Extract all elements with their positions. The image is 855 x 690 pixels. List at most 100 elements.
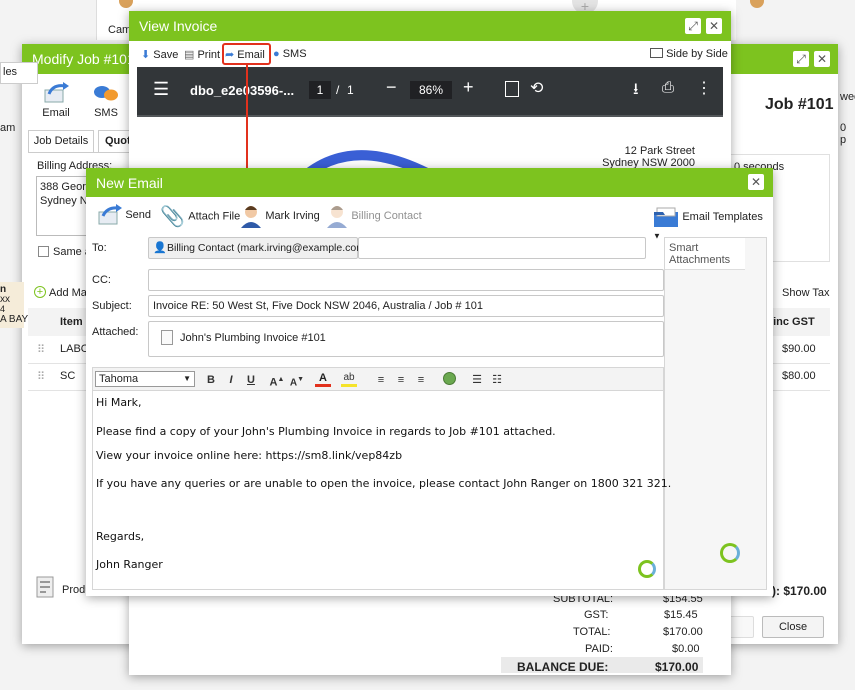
font-select-value: Tahoma [99, 373, 139, 385]
fit-page-icon[interactable] [505, 81, 519, 97]
to-recipient-chip[interactable]: Billing Contact (mark.irving@example.com… [167, 242, 368, 254]
zoom-out-icon[interactable]: − [386, 77, 397, 98]
save-label: Save [153, 49, 179, 61]
mark-irving-contact-button[interactable]: Mark Irving [240, 204, 320, 230]
subject-label: Subject: [92, 300, 132, 312]
paid-label: PAID: [585, 643, 613, 655]
person-avatar-icon [327, 206, 347, 228]
tab-quote[interactable]: Quot [98, 130, 132, 152]
right-partial-text: wee [840, 91, 855, 103]
product-icon [36, 576, 54, 598]
show-tax-toggle[interactable]: Show Tax [782, 287, 830, 299]
attachment-link[interactable]: John's Plumbing Invoice #101 [180, 332, 326, 344]
email-templates-button[interactable]: Email Templates ▼ [653, 206, 773, 240]
font-select[interactable]: Tahoma ▼ [95, 371, 195, 387]
row-item: LABO [60, 343, 90, 355]
bold-button[interactable]: B [203, 371, 219, 389]
side-by-side-button[interactable]: Side by Side [650, 48, 728, 60]
close-icon[interactable]: ✕ [706, 18, 722, 34]
drag-handle-icon[interactable]: ⠿ [37, 343, 45, 356]
close-button-label: Close [778, 621, 808, 633]
rotate-icon[interactable]: ⟲ [530, 78, 543, 98]
view-invoice-title: View Invoice [139, 18, 218, 34]
pdf-filename: dbo_e2e03596-... [190, 83, 295, 98]
email-body-line: If you have any queries or are unable to… [96, 477, 672, 490]
total-label: TOTAL: [573, 626, 611, 638]
to-field[interactable]: 👤 Billing Contact (mark.irving@example.c… [148, 237, 368, 259]
send-button[interactable]: Send [98, 204, 151, 230]
toolbar-sms-button[interactable]: SMS [88, 84, 124, 124]
gst-value: $15.45 [664, 609, 698, 621]
cc-field[interactable] [148, 269, 664, 291]
balance-due-value: $170.00 [655, 660, 699, 674]
decrease-font-size-icon[interactable]: A▼ [289, 371, 305, 389]
close-button[interactable]: Close [762, 616, 824, 638]
email-body-line: View your invoice online here: https://s… [96, 449, 403, 462]
insert-image-icon[interactable] [441, 371, 457, 389]
tab-partial[interactable]: les [0, 62, 38, 84]
align-center-icon[interactable]: ≡ [393, 371, 409, 389]
print-button[interactable]: ▤ Print [184, 48, 220, 61]
page-number-input[interactable]: 1 [309, 81, 331, 99]
zoom-in-icon[interactable]: + [463, 77, 474, 98]
total-value: $170.00 [663, 626, 703, 638]
close-icon[interactable]: ✕ [814, 51, 830, 67]
more-options-icon[interactable]: ⋮ [696, 78, 712, 98]
tab-job-details[interactable]: Job Details [28, 130, 94, 152]
menu-icon[interactable]: ☰ [153, 79, 169, 100]
tab-partial-label: les [3, 66, 18, 78]
column-header-inc-gst: l inc GST [767, 316, 815, 328]
email-body-editor[interactable]: Hi Mark, Please find a copy of your John… [92, 390, 671, 590]
same-as-checkbox[interactable] [38, 246, 49, 257]
toolbar-email-button[interactable]: Email [36, 82, 76, 122]
assistant-icon[interactable] [720, 543, 740, 563]
close-icon[interactable]: ✕ [748, 174, 764, 190]
avatar [750, 0, 764, 8]
modify-job-title: Modify Job #101 [32, 51, 135, 67]
billing-contact-label: Billing Contact [351, 210, 422, 222]
italic-button[interactable]: I [223, 371, 239, 389]
save-icon: ⬇ [141, 49, 151, 61]
billing-contact-button[interactable]: Billing Contact [326, 204, 422, 230]
pdf-toolbar: ☰ dbo_e2e03596-... 1 / 1 − 86% + ⟲ ⭳ ⎙ ⋮ [137, 67, 723, 115]
attach-file-label: Attach File [188, 210, 241, 223]
drag-handle-icon[interactable]: ⠿ [37, 370, 45, 383]
maximize-icon[interactable]: ⤢ [793, 51, 809, 67]
new-email-window: New Email ✕ Send 📎 Attach File Mark Irvi… [86, 168, 773, 596]
subject-field[interactable]: Invoice RE: 50 West St, Five Dock NSW 20… [148, 295, 664, 317]
maximize-icon[interactable]: ⤢ [685, 18, 701, 34]
save-button[interactable]: ⬇ Save [141, 48, 178, 61]
assistant-icon[interactable] [638, 560, 656, 578]
sms-bubbles-icon: ● [273, 48, 280, 60]
email-label: Email [42, 107, 70, 119]
attached-label: Attached: [92, 326, 139, 338]
tab-job-details-label: Job Details [33, 135, 89, 147]
company-address-line: 12 Park Street [624, 145, 695, 157]
text-color-icon[interactable]: A [315, 371, 331, 387]
email-highlight-box [222, 43, 271, 65]
mark-irving-label: Mark Irving [265, 210, 320, 222]
add-material-label[interactable]: Add Mat [49, 287, 90, 299]
align-right-icon[interactable]: ≡ [413, 371, 429, 389]
attach-file-button[interactable]: 📎 Attach File [160, 204, 240, 230]
increase-font-size-icon[interactable]: A▲ [269, 371, 285, 389]
add-icon[interactable]: + [34, 286, 46, 298]
underline-button[interactable]: U [243, 371, 259, 389]
to-additional-input[interactable] [358, 237, 646, 259]
sms-label: SMS [282, 48, 307, 60]
align-left-icon[interactable]: ≡ [373, 371, 389, 389]
right-partial-text: 0 p [840, 122, 847, 146]
bulleted-list-icon[interactable]: ☷ [489, 371, 505, 389]
numbered-list-icon[interactable]: ☰ [469, 371, 485, 389]
page-separator: / [336, 83, 340, 97]
send-icon [98, 204, 122, 225]
balance-due-label: BALANCE DUE: [517, 660, 609, 674]
download-icon[interactable]: ⭳ [633, 78, 639, 105]
zoom-level[interactable]: 86% [410, 81, 452, 99]
print-icon[interactable]: ⎙ [662, 79, 674, 96]
sms-button[interactable]: ● SMS [273, 48, 307, 60]
print-label: Print [197, 49, 221, 61]
view-invoice-titlebar: View Invoice ⤢ ✕ [129, 11, 731, 41]
highlight-color-icon[interactable]: ab [341, 371, 357, 387]
sms-bubbles-icon [94, 86, 118, 101]
